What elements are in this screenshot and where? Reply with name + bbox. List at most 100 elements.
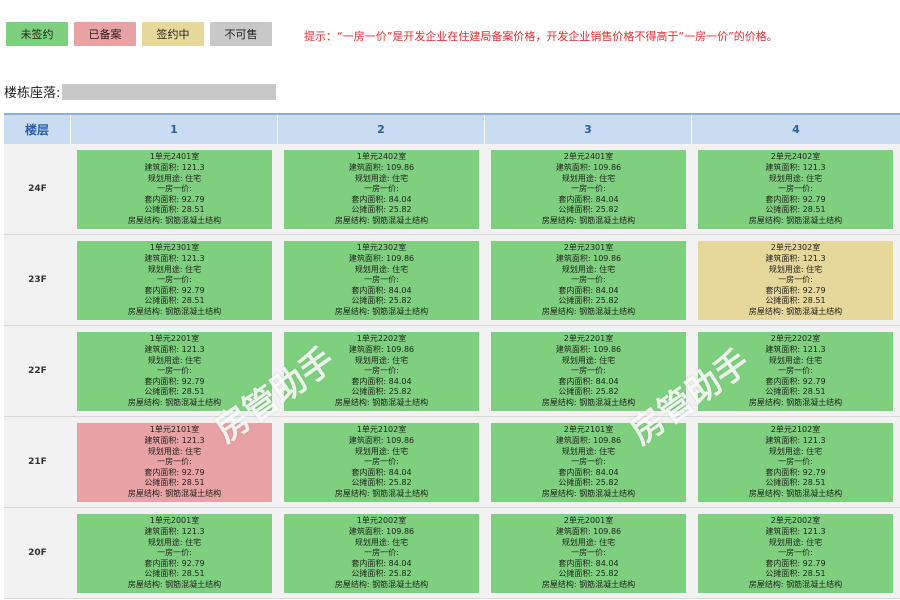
room-area-value: 121.3 (802, 345, 826, 355)
room-area-label: 建筑面积: (348, 527, 387, 537)
room-inner-area-value: 92.79 (181, 558, 205, 568)
room-usage-value: 住宅 (185, 355, 202, 365)
room-price-label: 一房一价: (778, 184, 813, 194)
table-row: 24F 1单元2401室 建筑面积: 121.3 规划用途: 住宅 一房一价: 套内面积:… (4, 144, 900, 235)
room-shared-area-value: 25.82 (595, 387, 619, 397)
room-usage-value: 住宅 (599, 355, 616, 365)
room-inner-area: 套内面积: 92.79 (698, 377, 893, 388)
room-price-label: 一房一价: (157, 366, 192, 376)
room-structure-value: 钢筋混凝土结构 (372, 579, 429, 589)
room-card[interactable]: 1单元2202室 建筑面积: 109.86 规划用途: 住宅 一房一价: 套内面积: 8… (284, 332, 479, 411)
room-inner-area-label: 套内面积: (144, 285, 182, 295)
room-shared-area: 公摊面积: 25.82 (284, 387, 479, 398)
room-shared-area-label: 公摊面积: (351, 569, 389, 579)
room-shared-area-label: 公摊面积: (351, 296, 389, 306)
room-shared-area-label: 公摊面积: (351, 205, 389, 215)
room-inner-area: 套内面积: 84.04 (491, 286, 686, 297)
floor-column-header: 楼层 (4, 115, 71, 144)
room-card[interactable]: 1单元2002室 建筑面积: 109.86 规划用途: 住宅 一房一价: 套内面积: 8… (284, 514, 479, 593)
room-shared-area: 公摊面积: 25.82 (284, 205, 479, 216)
room-structure: 房屋结构: 钢筋混凝土结构 (284, 398, 479, 409)
room-usage: 规划用途: 住宅 (491, 538, 686, 549)
room-inner-area-label: 套内面积: (144, 194, 182, 204)
room-shared-area-value: 25.82 (388, 296, 412, 306)
room-usage: 规划用途: 住宅 (284, 265, 479, 276)
room-area-value: 109.86 (593, 527, 622, 537)
room-card[interactable]: 2单元2402室 建筑面积: 121.3 规划用途: 住宅 一房一价: 套内面积: 92… (698, 150, 893, 229)
room-price-label: 一房一价: (778, 548, 813, 558)
room-shared-area: 公摊面积: 28.51 (77, 478, 272, 489)
room-area: 建筑面积: 121.3 (77, 527, 272, 538)
room-inner-area: 套内面积: 84.04 (491, 468, 686, 479)
room-card[interactable]: 1单元2402室 建筑面积: 109.86 规划用途: 住宅 一房一价: 套内面积: 8… (284, 150, 479, 229)
room-card[interactable]: 1单元2001室 建筑面积: 121.3 规划用途: 住宅 一房一价: 套内面积: 92… (77, 514, 272, 593)
room-usage-value: 住宅 (392, 537, 409, 547)
room-card[interactable]: 2单元2002室 建筑面积: 121.3 规划用途: 住宅 一房一价: 套内面积: 92… (698, 514, 893, 593)
floor-label: 22F (28, 366, 47, 376)
room-name-value: 2单元2102室 (770, 425, 821, 435)
room-usage: 规划用途: 住宅 (491, 447, 686, 458)
room-price-label: 一房一价: (571, 275, 606, 285)
room-card[interactable]: 2单元2201室 建筑面积: 109.86 规划用途: 住宅 一房一价: 套内面积: 8… (491, 332, 686, 411)
room-price: 一房一价: (491, 184, 686, 195)
room-shared-area: 公摊面积: 28.51 (77, 205, 272, 216)
room-area-label: 建筑面积: (765, 254, 803, 264)
room-card[interactable]: 1单元2302室 建筑面积: 109.86 规划用途: 住宅 一房一价: 套内面积: 8… (284, 241, 479, 320)
room-shared-area: 公摊面积: 25.82 (284, 569, 479, 580)
room-usage-label: 规划用途: (561, 173, 600, 183)
room-usage-value: 住宅 (185, 537, 202, 547)
room-card[interactable]: 2单元2101室 建筑面积: 109.86 规划用途: 住宅 一房一价: 套内面积: 8… (491, 423, 686, 502)
table-row: 20F 1单元2001室 建筑面积: 121.3 规划用途: 住宅 一房一价: 套内面积:… (4, 508, 900, 599)
room-shared-area: 公摊面积: 28.51 (698, 296, 893, 307)
room-card[interactable]: 2单元2302室 建筑面积: 121.3 规划用途: 住宅 一房一价: 套内面积: 92… (698, 241, 893, 320)
unit-column-header: 1 (71, 115, 278, 144)
room-structure-value: 钢筋混凝土结构 (165, 215, 222, 225)
room-area-label: 建筑面积: (555, 436, 594, 446)
room-area: 建筑面积: 121.3 (77, 345, 272, 356)
room-area: 建筑面积: 109.86 (491, 345, 686, 356)
room-structure-value: 钢筋混凝土结构 (786, 306, 843, 316)
room-card[interactable]: 2单元2202室 建筑面积: 121.3 规划用途: 住宅 一房一价: 套内面积: 92… (698, 332, 893, 411)
room-card[interactable]: 2单元2102室 建筑面积: 121.3 规划用途: 住宅 一房一价: 套内面积: 92… (698, 423, 893, 502)
room-card[interactable]: 2单元2401室 建筑面积: 109.86 规划用途: 住宅 一房一价: 套内面积: 8… (491, 150, 686, 229)
room-usage-value: 住宅 (185, 264, 202, 274)
room-area-label: 建筑面积: (144, 163, 182, 173)
room-usage: 规划用途: 住宅 (698, 538, 893, 549)
room-name-value: 2单元2202室 (770, 334, 821, 344)
room-structure-label: 房屋结构: (748, 579, 787, 589)
room-shared-area: 公摊面积: 28.51 (77, 296, 272, 307)
room-card[interactable]: 1单元2102室 建筑面积: 109.86 规划用途: 住宅 一房一价: 套内面积: 8… (284, 423, 479, 502)
room-shared-area: 公摊面积: 28.51 (698, 205, 893, 216)
room-name: 2单元2402室 (698, 152, 893, 163)
room-structure-label: 房屋结构: (748, 215, 787, 225)
room-shared-area-value: 28.51 (181, 478, 205, 488)
room-usage-label: 规划用途: (768, 264, 807, 274)
room-card[interactable]: 1单元2301室 建筑面积: 121.3 规划用途: 住宅 一房一价: 套内面积: 92… (77, 241, 272, 320)
room-usage-value: 住宅 (185, 173, 202, 183)
room-price-label: 一房一价: (157, 184, 192, 194)
room-card[interactable]: 2单元2301室 建筑面积: 109.86 规划用途: 住宅 一房一价: 套内面积: 8… (491, 241, 686, 320)
room-shared-area-value: 28.51 (802, 387, 826, 397)
room-structure-value: 钢筋混凝土结构 (372, 215, 429, 225)
room-structure: 房屋结构: 钢筋混凝土结构 (698, 307, 893, 318)
room-shared-area-value: 28.51 (802, 478, 826, 488)
room-area-value: 121.3 (181, 345, 205, 355)
room-area-value: 121.3 (802, 436, 826, 446)
room-shared-area-label: 公摊面积: (144, 569, 182, 579)
room-name: 1单元2201室 (77, 334, 272, 345)
room-card[interactable]: 1单元2401室 建筑面积: 121.3 规划用途: 住宅 一房一价: 套内面积: 92… (77, 150, 272, 229)
room-area-value: 121.3 (181, 163, 205, 173)
room-structure-label: 房屋结构: (334, 488, 373, 498)
room-card[interactable]: 2单元2001室 建筑面积: 109.86 规划用途: 住宅 一房一价: 套内面积: 8… (491, 514, 686, 593)
room-card[interactable]: 1单元2201室 建筑面积: 121.3 规划用途: 住宅 一房一价: 套内面积: 92… (77, 332, 272, 411)
room-shared-area-value: 28.51 (802, 569, 826, 579)
room-card[interactable]: 1单元2101室 建筑面积: 121.3 规划用途: 住宅 一房一价: 套内面积: 92… (77, 423, 272, 502)
room-price-label: 一房一价: (157, 457, 192, 467)
room-inner-area: 套内面积: 92.79 (77, 377, 272, 388)
room-inner-area-label: 套内面积: (558, 376, 596, 386)
room-name: 1单元2402室 (284, 152, 479, 163)
room-area-value: 109.86 (593, 345, 622, 355)
room-shared-area: 公摊面积: 28.51 (698, 569, 893, 580)
room-usage-label: 规划用途: (354, 446, 393, 456)
room-area-label: 建筑面积: (348, 345, 387, 355)
